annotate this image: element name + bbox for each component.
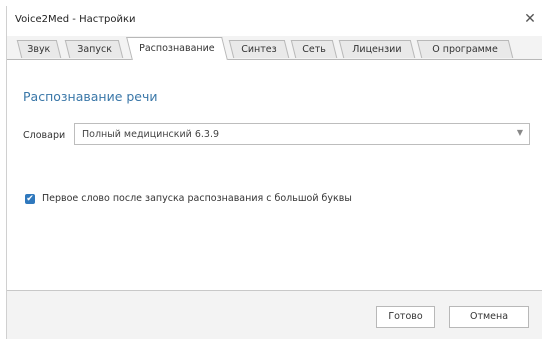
chevron-down-icon: ▼ xyxy=(516,128,523,137)
dictionary-label: Словари xyxy=(23,130,66,141)
dictionary-value: Полный медицинский 6.3.9 xyxy=(82,129,220,140)
dictionary-select[interactable]: Полный медицинский 6.3.9 ▼ xyxy=(74,123,530,145)
tab-licenses[interactable]: Лицензии xyxy=(338,40,416,58)
check-icon: ✔ xyxy=(26,194,34,204)
tab-label: Звук xyxy=(27,44,51,55)
cancel-button[interactable]: Отмена xyxy=(449,306,529,328)
recognition-panel: Распознавание речи Словари Полный медици… xyxy=(7,59,542,291)
tab-label: Сеть xyxy=(302,44,327,55)
tab-label: Распознавание xyxy=(139,43,215,54)
tab-network[interactable]: Сеть xyxy=(290,40,338,58)
done-button[interactable]: Готово xyxy=(376,306,435,328)
settings-window: Voice2Med - Настройки ✕ Звук Запуск Расп… xyxy=(6,6,542,339)
tab-sound[interactable]: Звук xyxy=(16,40,62,58)
tab-label: Синтез xyxy=(241,44,277,55)
tab-recognition[interactable]: Распознавание xyxy=(126,37,228,60)
capitalize-checkbox[interactable]: ✔ xyxy=(25,194,35,204)
window-title: Voice2Med - Настройки xyxy=(15,14,136,25)
close-icon[interactable]: ✕ xyxy=(521,10,539,28)
tab-strip: Звук Запуск Распознавание Синтез Сеть Ли… xyxy=(15,37,535,60)
tab-label: Лицензии xyxy=(352,44,402,55)
tab-label: О программе xyxy=(432,44,499,55)
tab-about[interactable]: О программе xyxy=(416,40,514,58)
tab-label: Запуск xyxy=(76,44,112,55)
title-bar: Voice2Med - Настройки ✕ xyxy=(7,6,542,36)
tab-startup[interactable]: Запуск xyxy=(64,40,124,58)
tab-synthesis[interactable]: Синтез xyxy=(228,40,290,58)
section-title: Распознавание речи xyxy=(23,89,158,104)
capitalize-checkbox-label[interactable]: Первое слово после запуска распознавания… xyxy=(42,193,352,204)
